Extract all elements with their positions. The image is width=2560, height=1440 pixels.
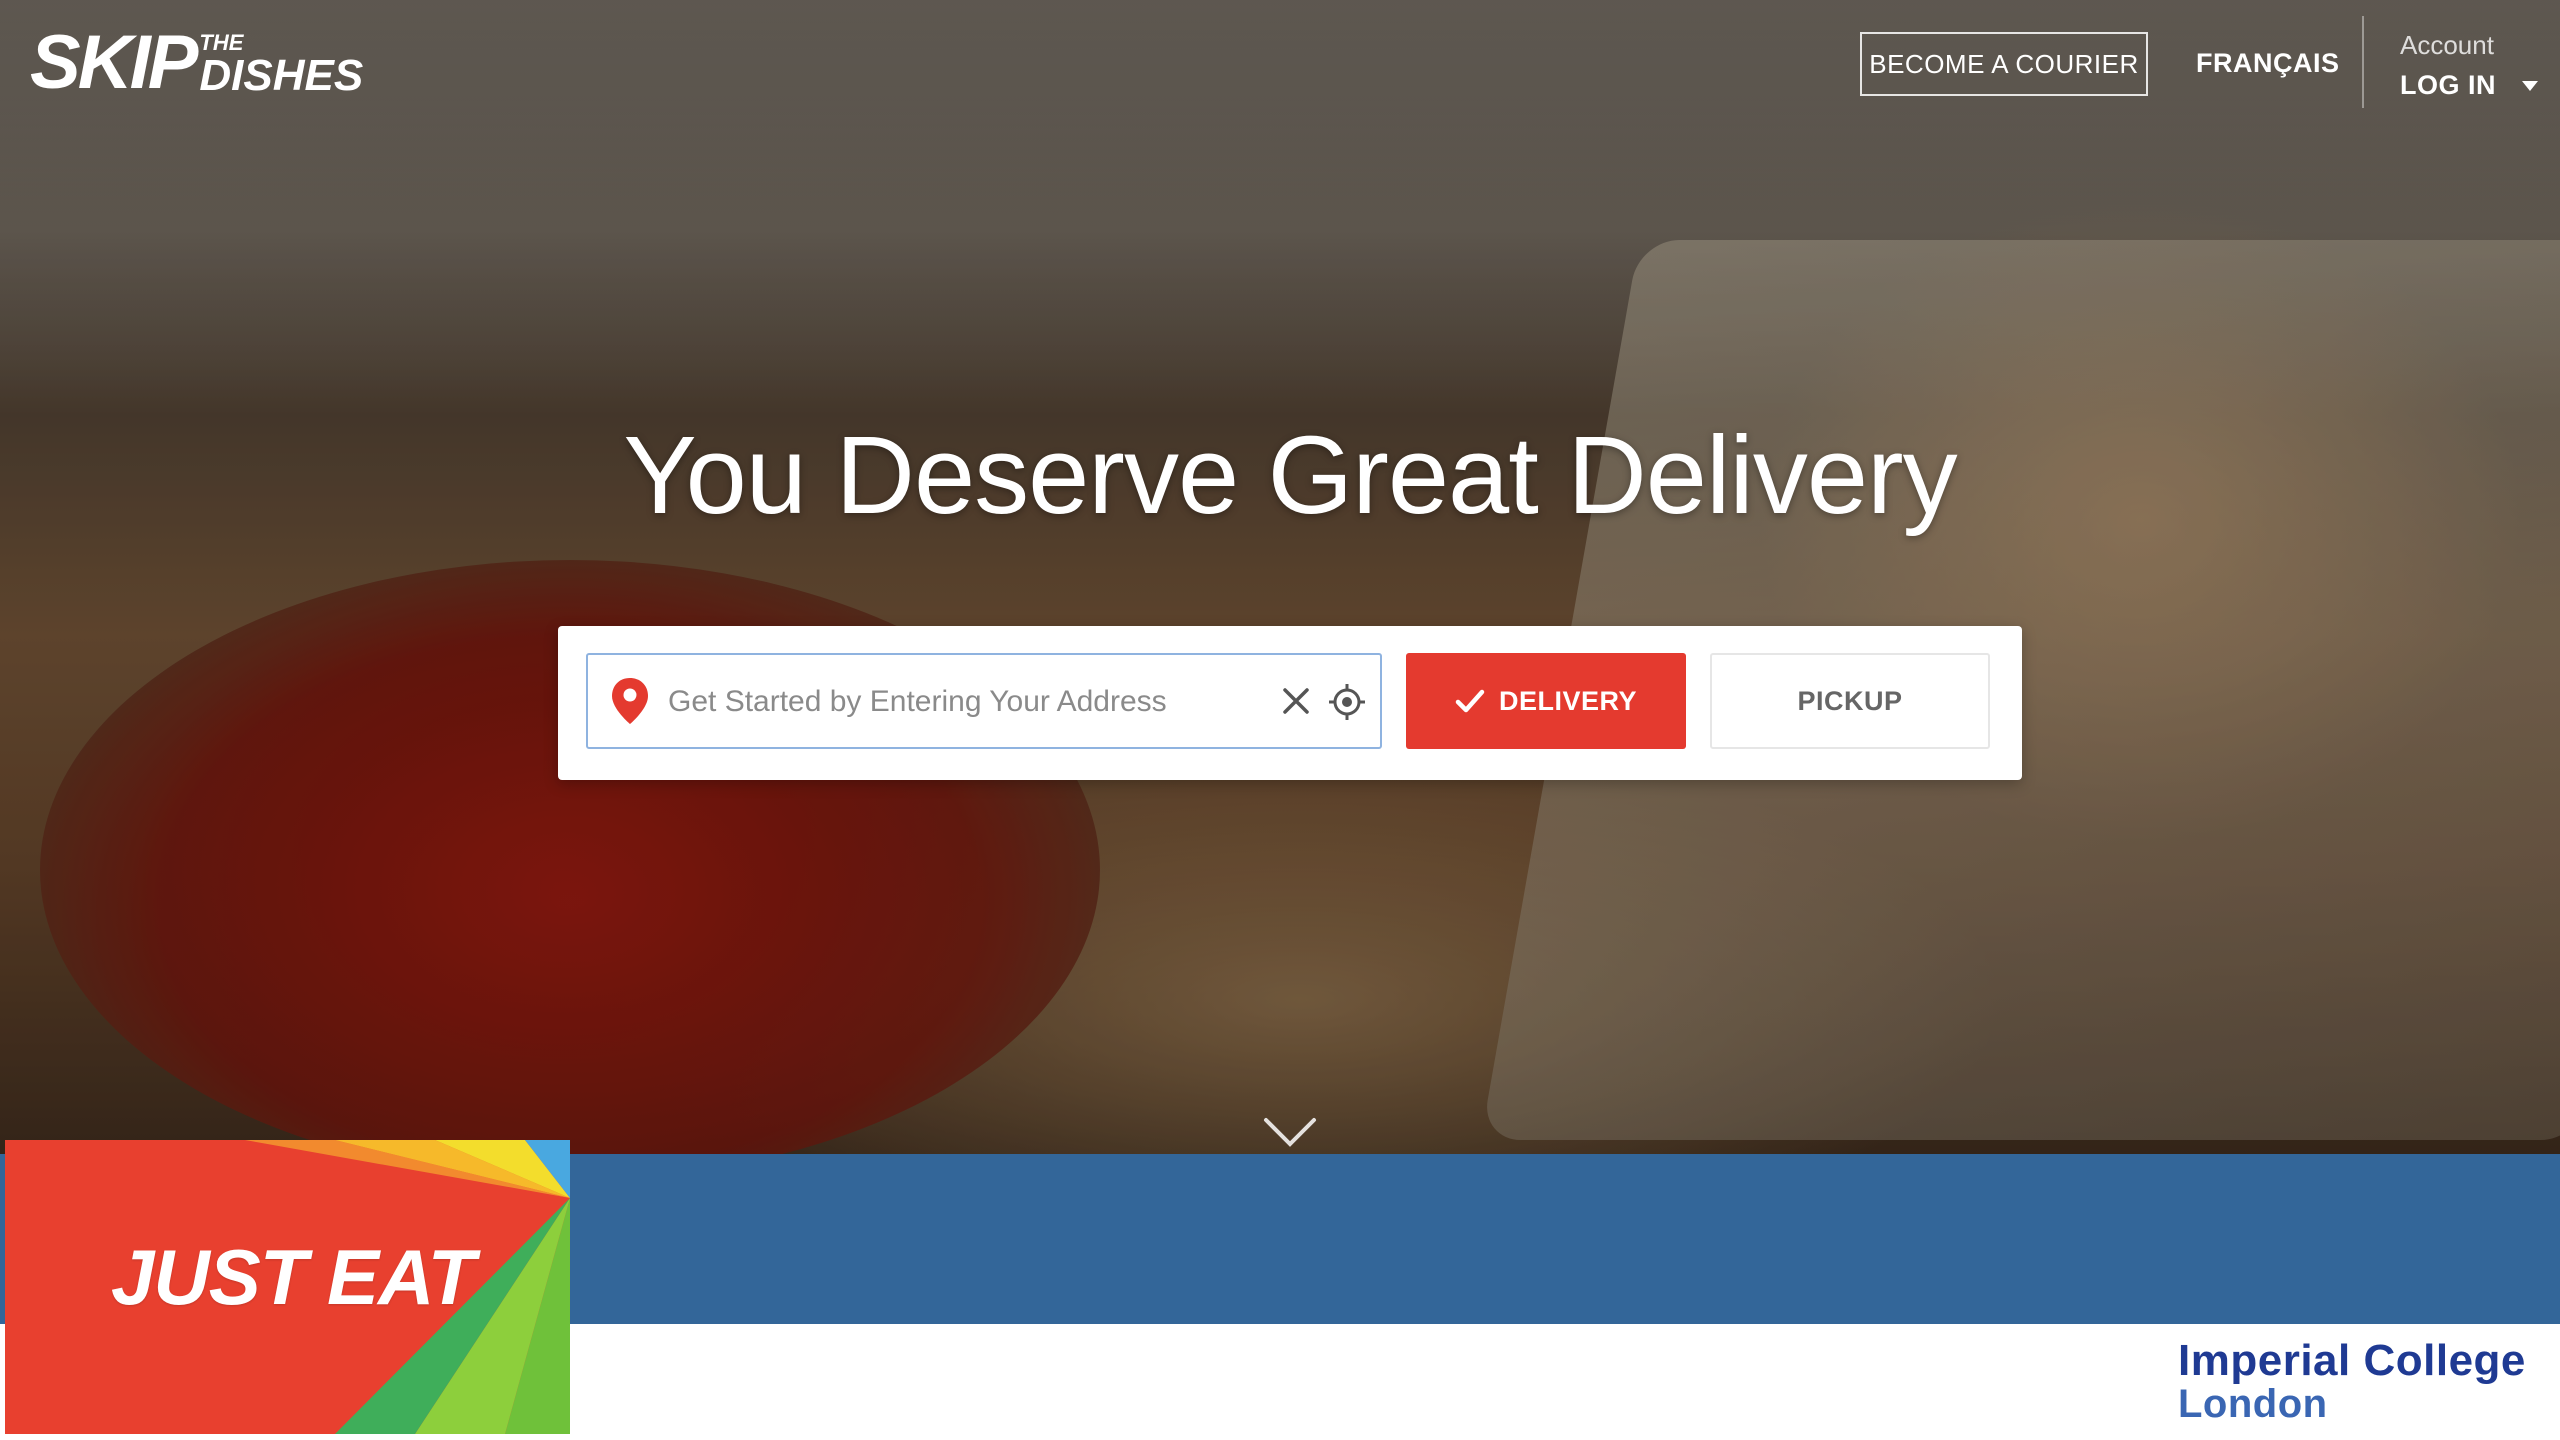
imperial-line-1: Imperial College (2178, 1336, 2526, 1385)
clear-icon[interactable] (1280, 685, 1312, 722)
account-label: Account (2400, 30, 2494, 60)
hero-headline: You Deserve Great Delivery (623, 414, 1957, 537)
address-field-container[interactable] (586, 653, 1382, 749)
address-search-panel: DELIVERY PICKUP (558, 626, 2022, 780)
logo-right-text: THE DISHES (199, 32, 363, 98)
checkmark-icon (1455, 689, 1485, 713)
just-eat-logo: JUST EAT (5, 1140, 570, 1434)
delivery-mode-button[interactable]: DELIVERY (1406, 653, 1686, 749)
hero-overlay (0, 0, 2560, 1154)
locate-me-icon[interactable] (1328, 683, 1366, 726)
skipthedishes-logo[interactable]: SKIP THE DISHES (30, 20, 363, 105)
become-courier-button[interactable]: BECOME A COURIER (1860, 32, 2148, 96)
imperial-college-logo: Imperial College London (2178, 1336, 2526, 1426)
caret-down-icon (2522, 80, 2538, 91)
map-pin-icon (610, 676, 650, 731)
scroll-down-chevron-icon[interactable] (1262, 1116, 1318, 1154)
login-dropdown[interactable]: LOG IN (2400, 70, 2538, 101)
nav-divider (2362, 16, 2364, 108)
delivery-label: DELIVERY (1498, 685, 1638, 716)
address-input[interactable] (666, 677, 1230, 727)
logo-dishes-text: DISHES (199, 51, 364, 100)
language-toggle-link[interactable]: FRANÇAIS (2196, 48, 2340, 79)
just-eat-wordmark: JUST EAT (111, 1233, 475, 1321)
logo-skip-text: SKIP (30, 20, 198, 105)
pickup-mode-button[interactable]: PICKUP (1710, 653, 1990, 749)
imperial-line-2: London (2178, 1382, 2328, 1426)
hero-section: SKIP THE DISHES BECOME A COURIER FRANÇAI… (0, 0, 2560, 1154)
login-label: LOG IN (2400, 70, 2496, 100)
